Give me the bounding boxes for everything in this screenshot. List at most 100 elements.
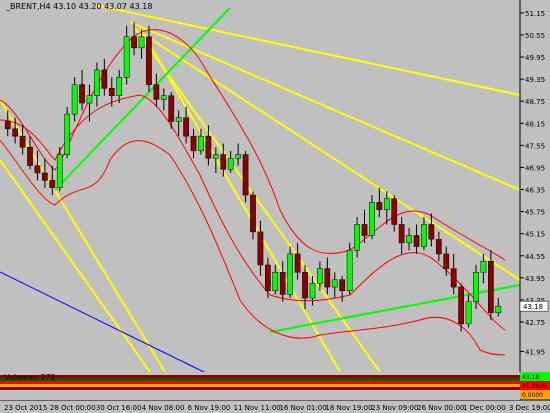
candle-body[interactable]: [42, 172, 48, 181]
candle-body[interactable]: [309, 283, 316, 299]
candle-body[interactable]: [473, 272, 479, 303]
candle-body[interactable]: [443, 253, 450, 269]
volume-badges: 43.18 91.0926 0.0000: [520, 372, 550, 399]
volume-badge-label: 0.0000: [522, 392, 543, 399]
volume-subwindow[interactable]: [0, 372, 520, 400]
time-tick-label: 1 Dec 00:00: [463, 404, 506, 412]
candle-body[interactable]: [458, 286, 464, 325]
candle-body[interactable]: [302, 272, 308, 299]
candle-body[interactable]: [398, 224, 405, 244]
candle-body[interactable]: [331, 279, 338, 288]
volume-band-dark: [0, 375, 520, 378]
price-tick-label: 44.55: [525, 253, 545, 261]
candle-body[interactable]: [183, 117, 189, 137]
time-axis[interactable]: 23 Oct 2015 28 Oct 00:00 30 Oct 16:00 4 Nov…: [4, 404, 550, 412]
candle-body[interactable]: [383, 198, 390, 211]
candle-body[interactable]: [235, 154, 241, 159]
candle-body[interactable]: [354, 224, 360, 251]
current-price-label: 43.18: [523, 303, 543, 311]
candle-body[interactable]: [272, 272, 279, 291]
price-chart[interactable]: 51.15 50.55 49.95 49.35 48.75 48.15 47.55 46.95…: [0, 0, 550, 413]
candle-body[interactable]: [198, 135, 204, 152]
candle-body[interactable]: [421, 224, 427, 247]
candle-body[interactable]: [257, 231, 264, 266]
candle-body[interactable]: [317, 268, 323, 284]
candle-body[interactable]: [465, 301, 472, 325]
candle-body[interactable]: [287, 253, 294, 295]
candle-body[interactable]: [435, 238, 442, 255]
candle-body[interactable]: [64, 113, 71, 155]
candle-body[interactable]: [168, 95, 175, 122]
candle-body[interactable]: [131, 36, 137, 49]
candle-body[interactable]: [391, 198, 398, 225]
price-tick-label: 42.75: [525, 319, 545, 327]
candle-body[interactable]: [279, 272, 286, 295]
candle-body[interactable]: [146, 36, 152, 85]
candle-body[interactable]: [450, 268, 457, 288]
candle-body[interactable]: [12, 128, 19, 137]
plot-area[interactable]: [0, 0, 520, 368]
candle-body[interactable]: [250, 194, 256, 233]
symbol-header: _BRENT,H4 43.10 43.20 43.07 43.18: [6, 2, 152, 11]
chart-window[interactable]: 51.15 50.55 49.95 49.35 48.75 48.15 47.55 46.95…: [0, 0, 550, 413]
time-tick-label: 3 Dec 19:00: [509, 404, 550, 412]
price-tick-label: 48.15: [525, 120, 545, 128]
candle-body[interactable]: [212, 154, 219, 159]
price-tick-label: 45.15: [525, 231, 545, 239]
candle-body[interactable]: [324, 268, 331, 288]
candle-body[interactable]: [220, 154, 227, 170]
candle-body[interactable]: [86, 95, 93, 104]
candle-body[interactable]: [487, 261, 494, 314]
time-tick-label: 23 Nov 09:00: [371, 404, 418, 412]
candle-body[interactable]: [108, 88, 115, 96]
candle-body[interactable]: [205, 135, 212, 159]
time-tick-label: 18 Nov 19:00: [325, 404, 372, 412]
candle-body[interactable]: [339, 279, 346, 291]
volume-band-red: [0, 381, 520, 384]
candle-body[interactable]: [190, 135, 197, 152]
volume-band-green: [0, 378, 520, 381]
time-tick-label: 6 Nov 19:00: [188, 404, 231, 412]
symbol-label: _BRENT,H4: [6, 2, 51, 11]
candle-body[interactable]: [294, 253, 301, 273]
volume-badge-label: 91.0926: [522, 383, 547, 390]
candle-body[interactable]: [49, 180, 56, 188]
candle-body[interactable]: [227, 157, 234, 170]
price-tick-label: 46.35: [525, 187, 545, 195]
candle-body[interactable]: [242, 154, 249, 196]
candle-body[interactable]: [495, 305, 502, 314]
price-tick-label: 41.95: [525, 348, 545, 356]
time-tick-label: 11 Nov 11:00: [234, 404, 281, 412]
candle-body[interactable]: [413, 235, 420, 247]
candle-body[interactable]: [123, 36, 130, 78]
volume-badge-label: 43.18: [522, 374, 539, 381]
candle-body[interactable]: [94, 69, 100, 96]
candle-body[interactable]: [265, 264, 271, 291]
price-axis[interactable]: 51.15 50.55 49.95 49.35 48.75 48.15 47.55 46.95…: [519, 10, 549, 357]
time-tick-label: 26 Nov 00:00: [417, 404, 464, 412]
candle-body[interactable]: [19, 135, 26, 148]
candle-body[interactable]: [27, 146, 33, 166]
candle-body[interactable]: [376, 202, 383, 211]
price-tick-label: 48.75: [525, 98, 545, 106]
candle-body[interactable]: [71, 84, 78, 115]
candle-body[interactable]: [116, 77, 123, 96]
candle-body[interactable]: [56, 154, 63, 188]
candle-body[interactable]: [369, 202, 375, 236]
candle-body[interactable]: [175, 117, 182, 122]
candle-body[interactable]: [138, 36, 145, 49]
candle-body[interactable]: [79, 84, 85, 104]
candle-body[interactable]: [101, 69, 108, 89]
candle-body[interactable]: [480, 261, 487, 273]
candle-body[interactable]: [406, 235, 412, 244]
candle-body[interactable]: [346, 249, 353, 291]
candle-body[interactable]: [34, 165, 41, 174]
price-tick-label: 51.15: [525, 10, 545, 18]
time-tick-label: 28 Oct 00:00: [50, 404, 96, 412]
candle-body[interactable]: [428, 224, 435, 240]
candle-body[interactable]: [361, 224, 368, 236]
candle-body[interactable]: [153, 84, 160, 100]
candle-body[interactable]: [4, 121, 11, 130]
price-tick-label: 46.95: [525, 164, 545, 172]
candle-body[interactable]: [160, 95, 167, 100]
